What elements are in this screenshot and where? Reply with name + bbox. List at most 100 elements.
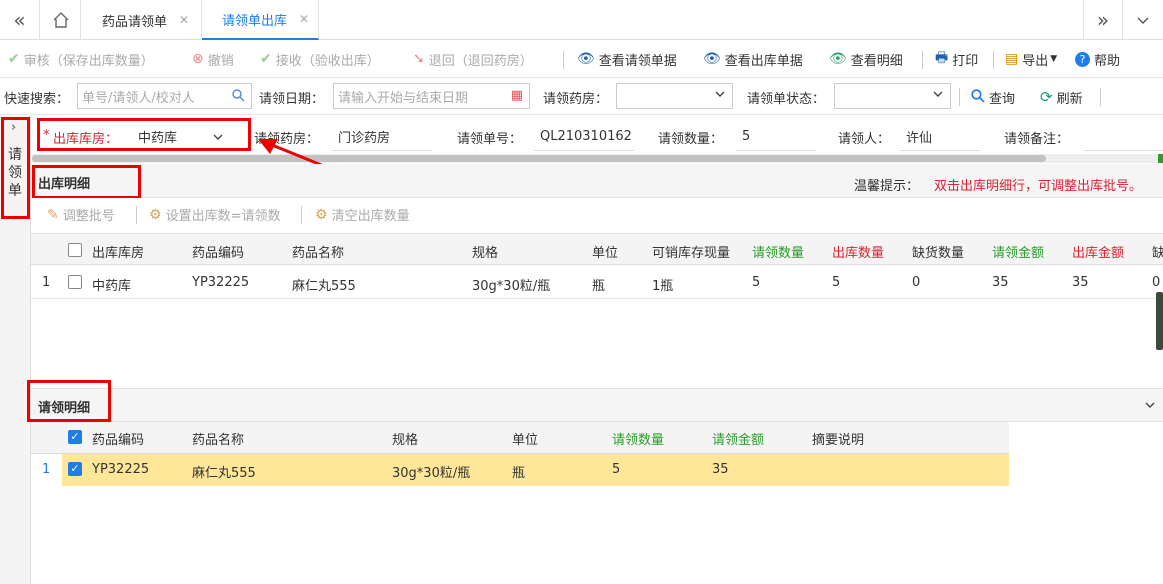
col-header[interactable]: 药品名称 (292, 242, 344, 261)
search-icon (970, 88, 985, 107)
drug-code-cell: YP32225 (192, 275, 250, 290)
chevron-down-icon (932, 88, 944, 104)
close-icon[interactable]: ✕ (179, 13, 189, 27)
drug-name-cell: 麻仁丸555 (292, 279, 356, 294)
tab-bar: « 药品请领单 ✕ 请领单出库 ✕ » (0, 0, 1163, 40)
tabs-scroll-left-button[interactable]: « (0, 0, 40, 40)
req-detail-section-header[interactable]: 请领明细 (31, 388, 1163, 422)
search-bar: 快速搜索： 单号/请领人/校对人 请领日期： 请输入开始与结束日期 ▦ 请领药房… (0, 79, 1163, 115)
req-qty-cell: 5 (612, 462, 621, 477)
query-button[interactable]: 查询 (970, 79, 1015, 115)
select-all-checkbox[interactable]: ✓ (68, 430, 82, 444)
tab-label: 请领单出库 (222, 13, 288, 29)
col-header[interactable]: 药品名称 (192, 429, 244, 448)
printer-icon: 🖶 (935, 50, 949, 66)
select-all-checkbox[interactable] (68, 243, 82, 257)
refresh-button[interactable]: ⟳ 刷新 (1040, 79, 1083, 115)
col-header[interactable]: 请领数量 (752, 242, 804, 261)
col-header[interactable]: 缺货数量 (912, 242, 964, 261)
export-icon: ▤ (1005, 51, 1019, 67)
col-header[interactable]: 可销库存现量 (652, 242, 730, 261)
highlight-box (32, 165, 141, 199)
clear-out-qty-button[interactable]: ⚙ 清空出库数量 (315, 198, 410, 231)
view-request-button[interactable]: 👁 查看请领单据 (577, 41, 677, 77)
col-header[interactable]: 药品编码 (192, 242, 244, 261)
scroll-indicator (1158, 154, 1163, 163)
out-grid-header: 出库库房 药品编码 药品名称 规格 单位 可销库存现量 请领数量 出库数量 缺货… (31, 233, 1163, 265)
toolbar-divider (959, 88, 960, 106)
out-store-cell: 中药库 (92, 279, 132, 294)
toolbar-divider (301, 206, 302, 224)
revoke-button[interactable]: ⊗ 撤销 (192, 41, 234, 77)
quick-search-input[interactable]: 单号/请领人/校对人 (77, 83, 252, 109)
caret-down-icon: ▼ (1050, 54, 1058, 64)
tabs-scroll-right-button[interactable]: » (1083, 0, 1123, 40)
col-header[interactable]: 摘要说明 (812, 429, 864, 448)
table-row[interactable]: 1 中药库 YP32225 麻仁丸555 30g*30粒/瓶 瓶 1瓶 5 5 … (31, 266, 1163, 299)
print-button[interactable]: 🖶 打印 (935, 41, 978, 77)
form-scrollbar[interactable] (32, 154, 1157, 163)
close-icon[interactable]: ✕ (299, 12, 309, 26)
tab-drug-request[interactable]: 药品请领单 ✕ (82, 0, 202, 40)
row-checkbox[interactable]: ✓ (68, 462, 82, 476)
return-button[interactable]: ➘ 退回（退回药房） (413, 41, 533, 77)
col-header[interactable]: 请领金额 (712, 429, 764, 448)
req-amount-cell: 35 (712, 462, 729, 477)
req-no-label: 请领单号： (457, 132, 523, 147)
col-header[interactable]: 单位 (592, 242, 618, 261)
col-header[interactable]: 规格 (392, 429, 418, 448)
view-detail-button[interactable]: 👁 查看明细 (829, 41, 903, 77)
scrollbar-thumb[interactable] (32, 155, 1046, 162)
export-button[interactable]: ▤ 导出 ▼ (1005, 41, 1057, 77)
request-status-label: 请领单状态： (747, 92, 826, 107)
toolbar-divider (136, 206, 137, 224)
col-header[interactable]: 出库库房 (92, 242, 144, 261)
request-date-input[interactable]: 请输入开始与结束日期 ▦ (333, 83, 530, 109)
req-grid-header: ✓ 药品编码 药品名称 规格 单位 请领数量 请领金额 摘要说明 (31, 422, 1009, 454)
double-chevron-left-icon: « (13, 8, 26, 32)
toolbar-divider (993, 51, 994, 69)
table-row[interactable]: 1 ✓ YP32225 麻仁丸555 30g*30粒/瓶 瓶 5 35 (31, 454, 1009, 486)
settings-icon: ⚙ (149, 206, 162, 223)
tab-request-out[interactable]: 请领单出库 ✕ (202, 0, 319, 40)
col-header[interactable]: 单位 (512, 429, 538, 448)
req-qty-value: 5 (736, 123, 816, 151)
spec-cell: 30g*30粒/瓶 (392, 466, 471, 481)
request-status-select[interactable] (834, 83, 951, 109)
out-qty-cell[interactable]: 5 (832, 275, 840, 290)
view-out-button[interactable]: 👁 查看出库单据 (703, 41, 803, 77)
row-number: 1 (42, 275, 51, 290)
adjust-batch-button[interactable]: ✎ 调整批号 (47, 198, 115, 231)
eye-icon: 👁 (829, 51, 847, 67)
row-checkbox[interactable] (68, 275, 82, 289)
col-header[interactable]: 请领金额 (992, 242, 1044, 261)
home-tab[interactable] (41, 0, 81, 40)
short-qty-cell: 0 (912, 275, 921, 290)
help-button[interactable]: ? 帮助 (1075, 41, 1120, 77)
out-detail-toolbar: ✎ 调整批号 ⚙ 设置出库数=请领数 ⚙ 清空出库数量 (31, 198, 1163, 233)
set-out-qty-button[interactable]: ⚙ 设置出库数=请领数 (149, 198, 280, 231)
col-header[interactable]: 请领数量 (612, 429, 664, 448)
vertical-scrollbar[interactable] (1156, 292, 1163, 350)
check-icon: ✔ (260, 51, 272, 67)
help-icon: ? (1075, 51, 1090, 67)
tabs-menu-button[interactable] (1123, 0, 1163, 40)
col-header[interactable]: 规格 (472, 242, 498, 261)
home-icon (53, 12, 68, 28)
request-pharmacy-label: 请领药房： (543, 92, 609, 107)
col-header[interactable]: 出库数量 (832, 242, 884, 261)
eye-icon: 👁 (577, 51, 595, 67)
highlight-box (1, 117, 30, 219)
chevron-down-icon[interactable] (1144, 399, 1156, 411)
drug-name-cell: 麻仁丸555 (192, 466, 256, 481)
audit-button[interactable]: ✔ 审核（保存出库数量） (8, 41, 154, 77)
receive-button[interactable]: ✔ 接收（验收出库） (260, 41, 380, 77)
request-pharmacy-select[interactable] (616, 83, 733, 109)
col-header[interactable]: 药品编码 (92, 429, 144, 448)
toolbar: ✔ 审核（保存出库数量） ⊗ 撤销 ✔ 接收（验收出库） ➘ 退回（退回药房） 👁 查看请… (0, 41, 1163, 78)
return-arrow-icon: ➘ (413, 51, 425, 67)
calendar-icon[interactable]: ▦ (511, 88, 523, 103)
search-icon[interactable] (231, 88, 245, 106)
col-header[interactable]: 出库金额 (1072, 242, 1124, 261)
col-header[interactable]: 缺 (1152, 242, 1163, 261)
